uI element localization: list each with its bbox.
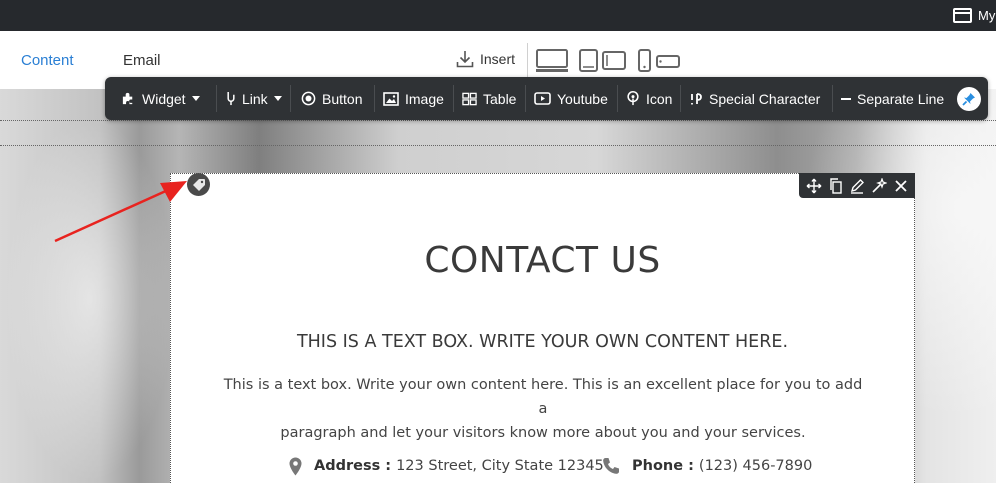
close-icon[interactable]	[894, 179, 908, 193]
table-tool[interactable]: Table	[462, 77, 516, 120]
chevron-down-icon	[273, 96, 282, 101]
special-character-icon	[691, 92, 702, 104]
section-guide-top	[0, 120, 996, 121]
youtube-tool[interactable]: Youtube	[534, 77, 608, 120]
insert-label: Insert	[480, 51, 516, 67]
phone-line[interactable]: Phone : (123) 456-7890	[602, 455, 812, 477]
mobile-view-icon[interactable]	[638, 49, 682, 73]
image-label: Image	[405, 90, 444, 107]
table-icon	[462, 92, 477, 105]
desktop-view-icon[interactable]	[536, 49, 568, 73]
map-marker-icon	[289, 457, 302, 475]
section-guide-bottom	[0, 145, 996, 146]
site-label: My	[978, 7, 996, 23]
phone-label: Phone :	[632, 458, 694, 474]
section-tools	[799, 173, 915, 198]
link-icon	[227, 91, 235, 106]
separate-line-label: Separate Line	[857, 90, 945, 107]
page-title[interactable]: CONTACT US	[170, 240, 915, 281]
insert-button[interactable]: Insert	[456, 50, 515, 68]
special-character-label: Special Character	[709, 90, 821, 107]
top-bar: My	[0, 0, 996, 31]
image-icon	[383, 91, 399, 106]
widget-menu[interactable]: Widget	[121, 77, 200, 120]
paragraph-line: This is a text box. Write your own conte…	[223, 377, 863, 417]
pin-toolbar-button[interactable]	[957, 87, 981, 111]
tablet-view-icon[interactable]	[579, 49, 627, 73]
button-label: Button	[322, 90, 363, 107]
toolbar-divider	[525, 85, 526, 112]
toolbar-divider	[617, 85, 618, 112]
copy-icon[interactable]	[829, 177, 843, 194]
red-arrow-annotation	[54, 181, 187, 243]
phone-value: (123) 456-7890	[698, 458, 813, 474]
youtube-label: Youtube	[557, 90, 608, 107]
edit-icon[interactable]	[849, 178, 865, 194]
toolbar-divider	[374, 85, 375, 112]
youtube-icon	[534, 92, 551, 105]
chevron-down-icon	[191, 96, 200, 101]
link-menu[interactable]: Link	[226, 77, 282, 120]
link-label: Link	[242, 90, 268, 107]
address-label: Address :	[314, 458, 392, 474]
toolbar-divider	[680, 85, 681, 112]
tag-icon	[192, 178, 205, 191]
section-tag-badge[interactable]	[187, 173, 210, 196]
section-subtitle[interactable]: THIS IS A TEXT BOX. WRITE YOUR OWN CONTE…	[170, 332, 915, 352]
radio-button-icon	[301, 91, 316, 106]
toolbar-divider	[290, 85, 291, 112]
puzzle-icon	[122, 92, 133, 105]
toolbar-divider	[832, 85, 833, 112]
header-divider	[527, 43, 528, 77]
move-icon[interactable]	[806, 178, 822, 194]
map-pin-icon	[627, 91, 639, 106]
site-selector[interactable]: My	[953, 6, 995, 24]
toolbar-divider	[216, 85, 217, 112]
magic-wand-icon[interactable]	[871, 177, 888, 194]
separator-icon	[841, 97, 851, 100]
address-value: 123 Street, City State 12345	[396, 458, 604, 474]
download-icon	[456, 51, 474, 68]
icon-tool[interactable]: Icon	[626, 77, 672, 120]
phone-icon	[603, 458, 619, 474]
pin-icon	[962, 93, 975, 106]
separate-line-tool[interactable]: Separate Line	[841, 77, 944, 120]
image-tool[interactable]: Image	[383, 77, 444, 120]
text-box-paragraph[interactable]: This is a text box. Write your own conte…	[218, 373, 868, 445]
icon-label: Icon	[646, 90, 673, 107]
paragraph-line: paragraph and let your visitors know mor…	[280, 425, 806, 441]
insert-toolbar: Widget Link Button Image Table Youtube I…	[105, 77, 988, 120]
window-icon	[953, 7, 972, 23]
tab-content[interactable]: Content	[21, 52, 74, 69]
button-tool[interactable]: Button	[301, 77, 362, 120]
table-label: Table	[483, 90, 517, 107]
tab-email[interactable]: Email	[123, 52, 161, 69]
special-character-tool[interactable]: Special Character	[689, 77, 820, 120]
address-line[interactable]: Address : 123 Street, City State 12345	[289, 455, 604, 477]
widget-label: Widget	[142, 90, 186, 107]
toolbar-divider	[453, 85, 454, 112]
